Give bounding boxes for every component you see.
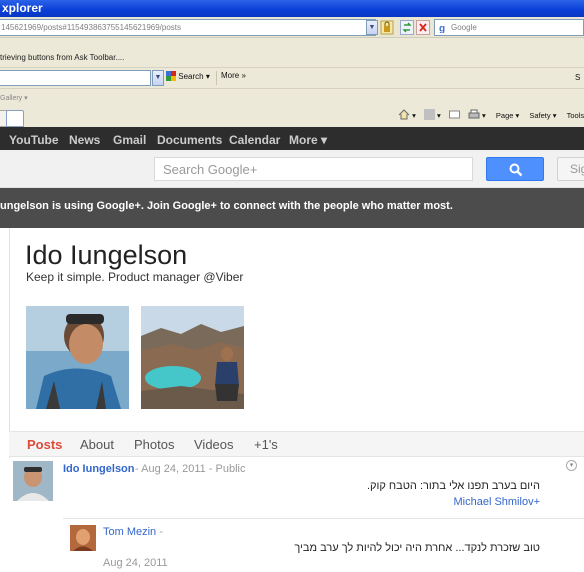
ask-toolbar-row: trieving buttons from Ask Toolbar....: [0, 48, 584, 66]
google-nav-bar: YouTube News Gmail Documents Calendar Mo…: [0, 127, 584, 150]
gplus-search-input[interactable]: Search Google+: [154, 157, 473, 181]
lock-icon[interactable]: [380, 20, 394, 35]
tab-posts[interactable]: Posts: [27, 437, 62, 452]
gbar-calendar[interactable]: Calendar: [229, 133, 280, 147]
post-meta: - Aug 24, 2011 - Public: [135, 463, 246, 475]
ask-toolbar-status: trieving buttons from Ask Toolbar....: [0, 53, 125, 62]
mail-icon[interactable]: [448, 109, 460, 120]
command-bar: ▾ ▾ ▾ Page ▾ Safety ▾ Tools: [398, 109, 584, 125]
profile-name: Ido Iungelson: [25, 240, 188, 270]
tab-photos[interactable]: Photos: [134, 437, 174, 452]
toolbar-search-dropdown[interactable]: ▼: [152, 70, 164, 86]
join-banner-text: ungelson is using Google+. Join Google+ …: [0, 200, 453, 212]
browser-search-placeholder: Google: [451, 23, 477, 32]
profile-photo-1[interactable]: [26, 306, 129, 409]
address-input[interactable]: 145621969/posts#115493863755145621969/po…: [0, 19, 376, 36]
tab-about[interactable]: About: [80, 437, 114, 452]
gbar-youtube[interactable]: YouTube: [9, 133, 59, 147]
gbar-gmail[interactable]: Gmail: [113, 133, 146, 147]
google-search-icon: [166, 71, 176, 81]
address-dropdown-button[interactable]: ▼: [366, 20, 378, 35]
refresh-icon[interactable]: [400, 20, 414, 35]
print-icon[interactable]: [468, 109, 480, 120]
sign-in-button[interactable]: Sig: [557, 157, 584, 181]
gbar-documents[interactable]: Documents: [157, 133, 222, 147]
browser-tab[interactable]: [6, 110, 24, 127]
page-menu[interactable]: Page ▾: [496, 111, 519, 120]
safety-menu[interactable]: Safety ▾: [529, 111, 556, 120]
window-title: xplorer: [2, 1, 43, 15]
gbar-news[interactable]: News: [69, 133, 100, 147]
google-g-icon: g: [438, 22, 449, 33]
web-slice-gallery[interactable]: Gallery ▾: [0, 94, 28, 102]
tab-videos[interactable]: Videos: [194, 437, 234, 452]
comment-author-name[interactable]: Tom Mezin: [103, 526, 156, 538]
gplus-search-button[interactable]: [486, 157, 544, 181]
post-body: היום בערב תפנו אלי בתור: הטבח קוק.: [366, 480, 540, 492]
post-mention-link[interactable]: Michael Shmilov+: [400, 496, 540, 508]
author-avatar[interactable]: [13, 461, 53, 501]
stop-icon[interactable]: [416, 20, 430, 35]
join-banner: ungelson is using Google+. Join Google+ …: [0, 188, 584, 228]
toolbar-edge-label[interactable]: S: [575, 73, 580, 82]
toolbar-search-label: Search: [178, 72, 204, 81]
profile-photo-2[interactable]: [141, 306, 244, 409]
toolbar-search-button[interactable]: Search ▾: [166, 71, 210, 85]
home-icon[interactable]: [398, 109, 410, 120]
svg-text:g: g: [439, 24, 445, 34]
comment-separator: -: [159, 526, 163, 538]
commenter-avatar[interactable]: [70, 525, 96, 551]
search-icon: [509, 163, 523, 177]
tools-menu[interactable]: Tools: [567, 111, 584, 120]
browser-search-input[interactable]: g Google: [434, 19, 584, 36]
tab-plus-ones[interactable]: +1's: [254, 437, 278, 452]
post-author[interactable]: Ido Iungelson: [63, 463, 135, 475]
gbar-more[interactable]: More ▾: [289, 133, 327, 147]
post-options-icon[interactable]: ▾: [566, 460, 577, 471]
comment-date: Aug 24, 2011: [103, 557, 168, 569]
comment-author[interactable]: Tom Mezin -: [103, 526, 163, 538]
comment-body: טוב שזכרת לנקד... אחרת היה יכול להיות לך…: [294, 542, 540, 554]
profile-tagline: Keep it simple. Product manager @Viber: [26, 270, 244, 284]
toolbar-search-input[interactable]: [0, 70, 151, 86]
toolbar-more-button[interactable]: More »: [216, 71, 246, 85]
feeds-icon[interactable]: [423, 109, 435, 120]
window-titlebar: xplorer: [0, 0, 584, 17]
